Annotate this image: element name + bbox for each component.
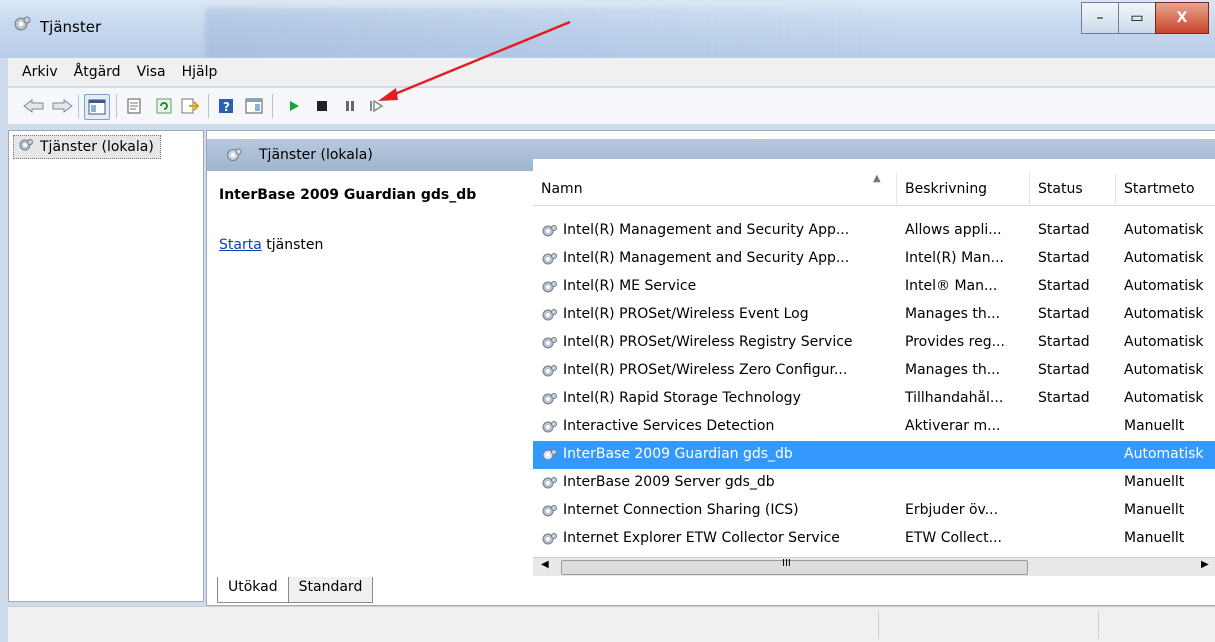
annotation-arrow: [378, 20, 571, 101]
